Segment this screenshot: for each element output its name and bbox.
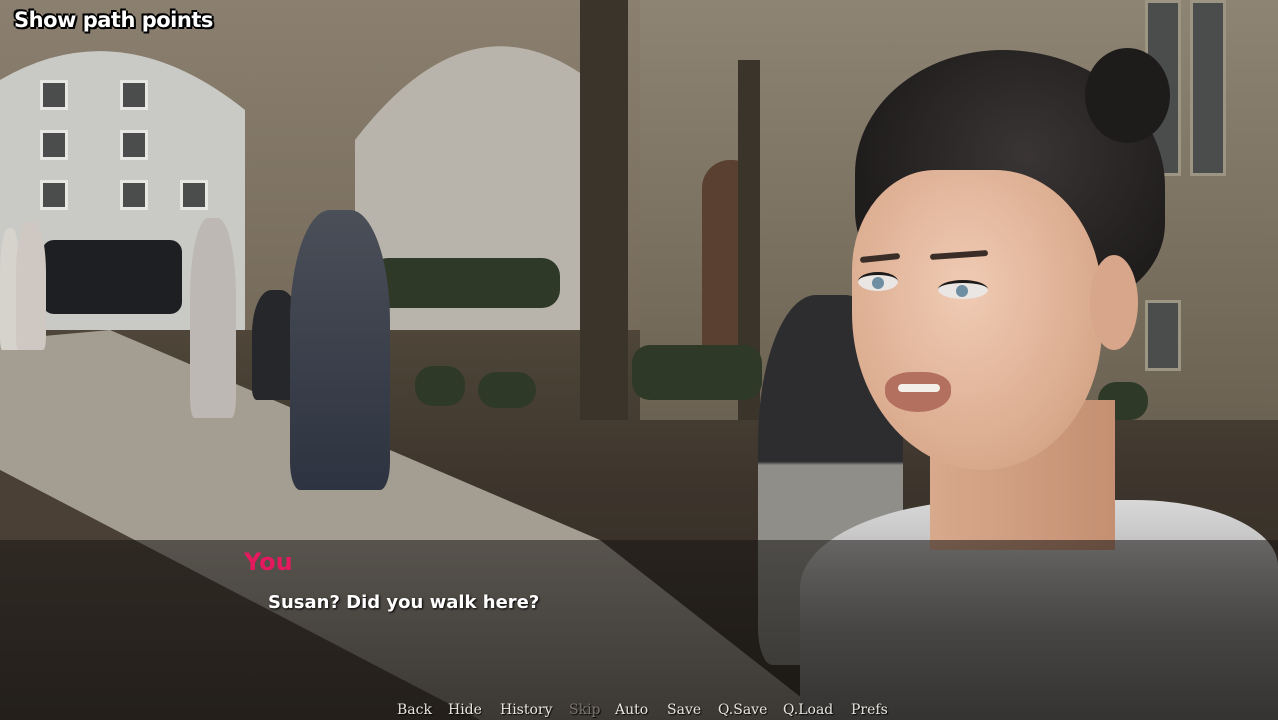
hedge — [370, 258, 560, 308]
quick-menu: Back Hide History Skip Auto Save Q.Save … — [0, 700, 1278, 720]
character-eye — [858, 272, 898, 291]
pedestrian — [16, 222, 46, 350]
couple — [290, 210, 390, 490]
parked-car — [42, 240, 182, 314]
back-button[interactable]: Back — [397, 702, 432, 718]
dialogue-text: Susan? Did you walk here? — [268, 592, 540, 613]
skip-button[interactable]: Skip — [569, 702, 601, 718]
shrub — [478, 372, 536, 408]
save-button[interactable]: Save — [667, 702, 701, 718]
shrub — [415, 366, 465, 406]
game-scene[interactable]: Show path points You Susan? Did you walk… — [0, 0, 1278, 720]
dialogue-box[interactable] — [0, 540, 1278, 720]
character-hair-bun — [1085, 48, 1170, 143]
character-ear — [1090, 255, 1138, 350]
history-button[interactable]: History — [500, 702, 553, 718]
shrub — [632, 345, 762, 400]
show-path-points-button[interactable]: Show path points — [14, 8, 213, 32]
character-lips — [885, 372, 951, 412]
quick-save-button[interactable]: Q.Save — [718, 702, 767, 718]
jogger — [190, 218, 236, 418]
auto-button[interactable]: Auto — [615, 702, 648, 718]
tree — [580, 0, 628, 420]
character-eye — [938, 280, 988, 299]
quick-load-button[interactable]: Q.Load — [783, 702, 833, 718]
speaker-name: You — [244, 548, 293, 576]
hide-button[interactable]: Hide — [448, 702, 482, 718]
character-teeth — [898, 384, 940, 392]
preferences-button[interactable]: Prefs — [851, 702, 888, 718]
